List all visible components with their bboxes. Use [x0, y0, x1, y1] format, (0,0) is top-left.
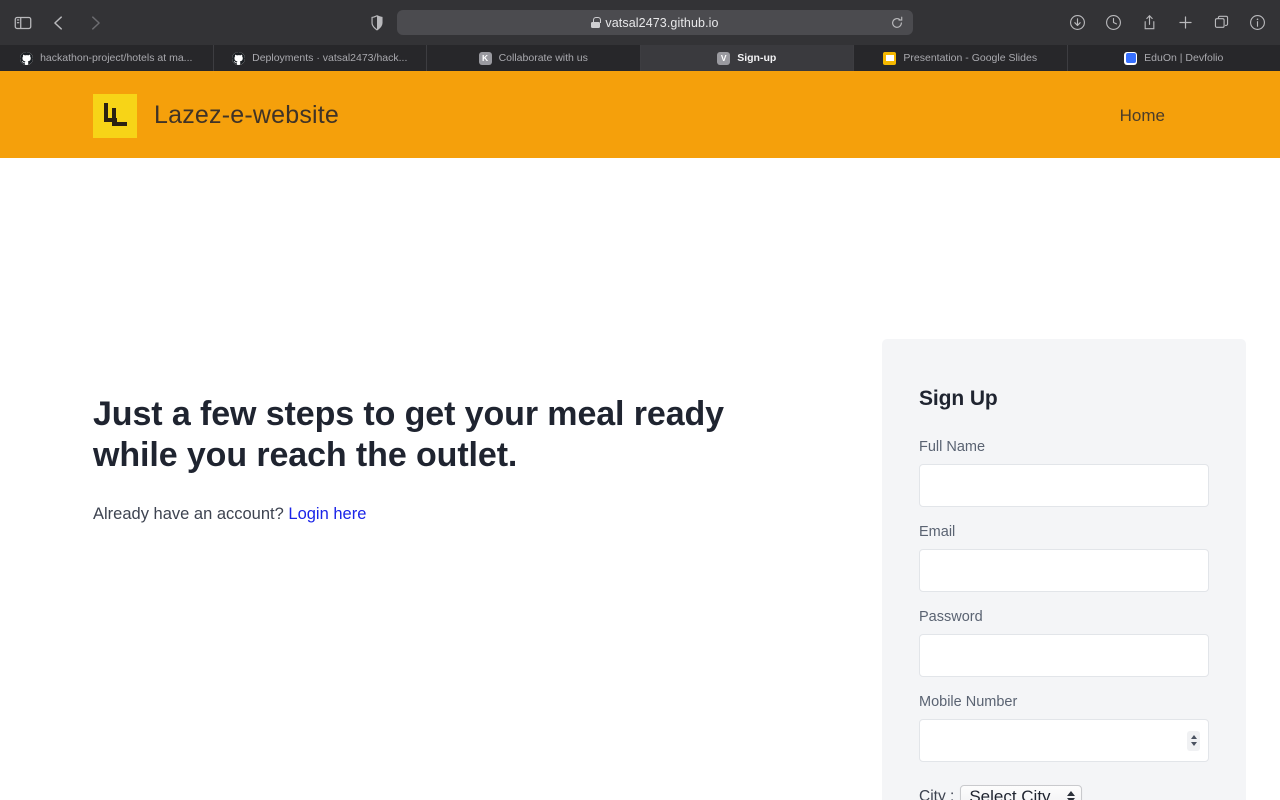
- mobile-number-label: Mobile Number: [919, 694, 1018, 710]
- toolbar-center-group: vatsal2473.github.io: [342, 10, 938, 35]
- browser-tab-title: Deployments · vatsal2473/hack...: [252, 52, 408, 64]
- lazez-logo: [93, 93, 137, 138]
- github-icon: [232, 51, 246, 65]
- login-prompt: Already have an account? Login here: [93, 505, 760, 524]
- field-full-name: Full Name: [919, 439, 1209, 507]
- signup-card: Sign Up Full Name Email Password Mobile …: [882, 339, 1246, 800]
- full-name-label: Full Name: [919, 439, 986, 455]
- url-text: vatsal2473.github.io: [605, 15, 719, 30]
- history-icon[interactable]: [1102, 12, 1124, 34]
- sidebar-toggle-icon[interactable]: [12, 12, 34, 34]
- full-name-input[interactable]: [919, 464, 1209, 507]
- browser-tab[interactable]: Deployments · vatsal2473/hack...: [213, 45, 427, 71]
- browser-tab[interactable]: K Collaborate with us: [427, 45, 641, 71]
- email-label: Email: [919, 524, 956, 540]
- address-bar[interactable]: vatsal2473.github.io: [397, 10, 913, 35]
- back-chevron-icon[interactable]: [48, 12, 70, 34]
- lock-icon: [591, 17, 601, 28]
- browser-tab-title: Presentation - Google Slides: [903, 52, 1038, 64]
- address-bar-content: vatsal2473.github.io: [591, 16, 718, 30]
- city-label: City :: [919, 788, 955, 800]
- reload-icon[interactable]: [889, 15, 905, 31]
- google-slides-icon: [883, 51, 897, 65]
- toolbar-right-group: [938, 12, 1268, 34]
- mobile-number-wrap: [919, 719, 1209, 762]
- browser-toolbar: vatsal2473.github.io: [0, 0, 1280, 45]
- city-select-value: Select City: [969, 787, 1051, 800]
- mobile-number-input[interactable]: [919, 719, 1209, 762]
- brand[interactable]: Lazez-e-website: [93, 93, 340, 138]
- site-nav: Home: [1120, 106, 1165, 126]
- city-select[interactable]: Select City: [960, 785, 1082, 800]
- email-input[interactable]: [919, 549, 1209, 592]
- devfolio-icon: [1124, 51, 1138, 65]
- share-icon[interactable]: [1138, 12, 1160, 34]
- toolbar-left-group: [12, 12, 342, 34]
- downloads-icon[interactable]: [1066, 12, 1088, 34]
- tab-overview-icon[interactable]: [1210, 12, 1232, 34]
- number-stepper-icon[interactable]: [1187, 730, 1200, 751]
- browser-tab[interactable]: Presentation - Google Slides: [854, 45, 1068, 71]
- signup-title: Sign Up: [919, 387, 998, 410]
- field-email: Email: [919, 524, 1209, 592]
- brand-name: Lazez-e-website: [154, 101, 340, 129]
- browser-tab[interactable]: EduOn | Devfolio: [1067, 45, 1280, 71]
- page-content: Just a few steps to get your meal ready …: [0, 158, 1280, 800]
- password-input[interactable]: [919, 634, 1209, 677]
- select-arrows-icon: [1066, 791, 1077, 800]
- field-city: City : Select City: [919, 785, 1209, 800]
- login-here-link[interactable]: Login here: [288, 505, 366, 523]
- new-tab-icon[interactable]: [1174, 12, 1196, 34]
- forward-chevron-icon: [84, 12, 106, 34]
- browser-tab[interactable]: hackathon-project/hotels at ma...: [0, 45, 214, 71]
- hero-section: Just a few steps to get your meal ready …: [0, 158, 760, 800]
- browser-tab-title: Collaborate with us: [498, 52, 588, 64]
- info-icon[interactable]: [1246, 12, 1268, 34]
- web-page: Lazez-e-website Home Just a few steps to…: [0, 73, 1280, 800]
- login-prompt-text: Already have an account?: [93, 505, 284, 524]
- letter-v-favicon: V: [717, 51, 731, 65]
- browser-tab-title: EduOn | Devfolio: [1144, 52, 1224, 64]
- browser-tab-title: Sign-up: [737, 52, 777, 64]
- browser-tab-title: hackathon-project/hotels at ma...: [40, 52, 193, 64]
- github-icon: [20, 51, 34, 65]
- site-header: Lazez-e-website Home: [0, 73, 1280, 158]
- privacy-shield-icon[interactable]: [367, 13, 387, 33]
- field-password: Password: [919, 609, 1209, 677]
- password-label: Password: [919, 609, 983, 625]
- hero-title: Just a few steps to get your meal ready …: [93, 394, 724, 474]
- field-mobile-number: Mobile Number: [919, 694, 1209, 762]
- nav-link-home[interactable]: Home: [1120, 106, 1165, 126]
- letter-k-favicon: K: [478, 51, 492, 65]
- browser-chrome: vatsal2473.github.io hackathon-project/h…: [0, 0, 1280, 73]
- tab-bar: hackathon-project/hotels at ma... Deploym…: [0, 45, 1280, 73]
- browser-tab[interactable]: V Sign-up: [640, 45, 854, 71]
